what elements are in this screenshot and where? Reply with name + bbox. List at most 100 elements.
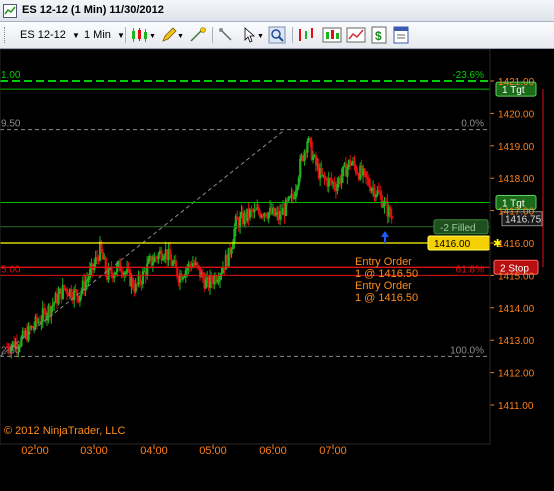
up-bar — [147, 259, 150, 264]
fib-percent-label: 100.0% — [450, 345, 484, 356]
up-bar — [274, 213, 278, 216]
up-bar — [51, 304, 54, 307]
zoom-icon[interactable] — [268, 26, 286, 44]
data-box-icon[interactable] — [392, 26, 410, 44]
down-bar — [138, 275, 142, 284]
up-bar — [88, 269, 92, 279]
dollar-strategy-icon[interactable]: $ — [370, 26, 388, 44]
up-bar — [312, 156, 315, 160]
up-bar — [163, 256, 166, 259]
up-bar — [239, 216, 242, 228]
toolbar-separator — [212, 27, 213, 43]
y-tick-label: 1415.00 — [498, 271, 535, 282]
chart-canvas[interactable]: -23.6% 1.00 0.0% 9.50 61.8% 5.00 100.0% 2.50 1 … — [0, 48, 554, 486]
entry-annotation-3: Entry Order — [355, 280, 412, 292]
y-tick-label: 1412.00 — [498, 369, 535, 380]
up-bar — [151, 262, 155, 266]
order-lines: 1 Tgt1 Tgt-2 Filled1416.002 Stop1416.75✱ — [0, 81, 544, 275]
chevron-down-icon: ▼ — [71, 31, 80, 40]
down-bar — [70, 288, 73, 298]
x-tick-label: 04:00 — [140, 445, 168, 457]
entry-arrow-icon — [381, 231, 389, 243]
price-chart[interactable]: -23.6% 1.00 0.0% 9.50 61.8% 5.00 100.0% 2.50 1 … — [0, 48, 554, 486]
up-bar — [87, 278, 90, 280]
down-bar — [43, 308, 46, 311]
crosshair-tool-icon[interactable] — [188, 26, 208, 44]
down-bar — [110, 268, 113, 274]
up-bar — [146, 263, 149, 277]
up-bar — [306, 141, 309, 153]
interval-selector[interactable]: 1 Min ▼ — [84, 27, 125, 43]
up-bar — [230, 249, 233, 254]
y-tick-label: 1420.00 — [498, 109, 535, 120]
up-bar — [124, 272, 127, 275]
y-tick-label: 1417.00 — [498, 207, 535, 218]
down-bar — [323, 174, 326, 179]
fib-price-label: 9.50 — [1, 119, 21, 130]
up-bar — [267, 212, 270, 219]
down-bar — [189, 263, 192, 266]
x-tick-label: 02:00 — [21, 445, 49, 457]
up-bar — [204, 279, 207, 289]
y-tick-label: 1418.00 — [498, 174, 535, 185]
up-bar — [336, 183, 339, 192]
candlestick-style-icon[interactable]: ▼ — [130, 26, 156, 44]
fib-price-label: 1.00 — [1, 70, 21, 81]
down-bar — [390, 215, 393, 219]
bar-type-icon[interactable] — [296, 26, 316, 44]
up-bar — [114, 272, 117, 275]
window-title: ES 12-12 (1 Min) 11/30/2012 — [22, 4, 164, 16]
down-bar — [131, 277, 135, 288]
x-tick-label: 05:00 — [199, 445, 227, 457]
up-bar — [53, 302, 56, 305]
down-bar — [354, 166, 358, 173]
up-bar — [157, 253, 160, 260]
indicators-icon[interactable] — [322, 26, 342, 44]
up-bar — [233, 229, 236, 244]
toolbar-separator — [125, 27, 126, 43]
up-bar — [220, 273, 223, 275]
down-bar — [309, 137, 312, 141]
up-bar — [116, 264, 119, 273]
toolbar-separator — [292, 27, 293, 43]
up-bar — [350, 163, 353, 166]
down-bar — [264, 213, 268, 217]
down-bar — [366, 177, 369, 179]
selection-arrow-icon[interactable]: ▼ — [241, 26, 265, 44]
up-bar — [374, 195, 378, 198]
entry-annotation-2: 1 @ 1416.50 — [355, 268, 418, 280]
down-bar — [330, 178, 333, 183]
fib-percent-label: -23.6% — [452, 70, 484, 81]
svg-text:$: $ — [375, 29, 382, 43]
down-bar — [380, 194, 383, 208]
up-bar — [86, 279, 89, 282]
up-bar — [293, 197, 296, 200]
chart-properties-icon[interactable] — [346, 26, 366, 44]
chevron-down-icon: ▼ — [116, 31, 125, 40]
up-bar — [171, 262, 175, 266]
down-bar — [333, 182, 336, 188]
down-bar — [389, 207, 392, 216]
up-bar — [294, 190, 298, 198]
price-bars — [6, 136, 393, 359]
entry-label: 1416.00 — [434, 239, 471, 250]
instrument-selector[interactable]: ES 12-12 ▼ — [20, 27, 80, 43]
down-bar — [169, 249, 172, 259]
y-tick-label: 1411.00 — [498, 401, 534, 412]
down-bar — [160, 250, 163, 261]
chart-toolbar: ES 12-12 ▼ 1 Min ▼ ▼ ▼ ▼ $ — [0, 22, 554, 49]
down-bar — [320, 167, 323, 176]
up-bar — [297, 177, 300, 187]
down-bar — [363, 168, 366, 172]
copyright-label: © 2012 NinjaTrader, LLC — [4, 425, 125, 437]
up-bar — [231, 243, 235, 250]
pencil-draw-icon[interactable]: ▼ — [160, 26, 184, 44]
entry-annotation-1: Entry Order — [355, 256, 412, 268]
down-bar — [196, 262, 199, 266]
pointer-tool-icon[interactable] — [217, 26, 239, 44]
down-bar — [236, 216, 239, 220]
toolbar-grip[interactable] — [4, 27, 8, 43]
up-bar — [217, 280, 220, 282]
up-bar — [183, 276, 186, 278]
down-bar — [314, 155, 318, 166]
